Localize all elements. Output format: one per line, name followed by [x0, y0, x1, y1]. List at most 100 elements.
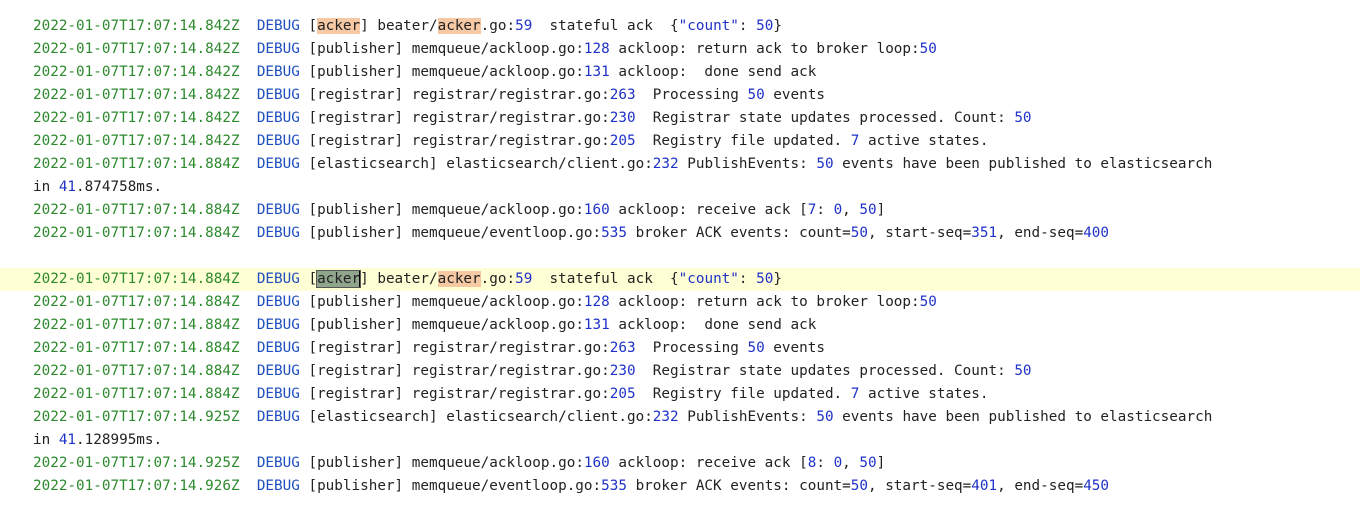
module: publisher: [317, 478, 395, 494]
module: elasticsearch: [317, 156, 429, 172]
message: active states.: [859, 133, 989, 149]
timestamp: 2022-01-07T17:07:14.884Z: [33, 317, 240, 333]
message: :: [738, 18, 757, 34]
message: .874758ms.: [76, 179, 163, 195]
number: 50: [816, 156, 834, 172]
number: 401: [971, 478, 998, 494]
module: publisher: [317, 294, 395, 310]
log-line-current[interactable]: 2022-01-07T17:07:14.884Z DEBUG [acker] b…: [0, 268, 1360, 291]
source-file: memqueue/ackloop.go: [411, 64, 576, 80]
number: 50: [850, 225, 868, 241]
number: 0: [833, 455, 843, 471]
number: 50: [850, 478, 868, 494]
message: Registrar state updates processed. Count…: [635, 110, 1015, 126]
source-file: registrar/registrar.go: [411, 110, 602, 126]
number: 351: [971, 225, 998, 241]
source-file: registrar/registrar.go: [411, 340, 602, 356]
log-line[interactable]: 2022-01-07T17:07:14.842Z DEBUG [publishe…: [0, 61, 1360, 84]
timestamp: 2022-01-07T17:07:14.884Z: [33, 340, 240, 356]
message: Registry file updated.: [635, 386, 851, 402]
log-line[interactable]: 2022-01-07T17:07:14.842Z DEBUG [acker] b…: [0, 15, 1360, 38]
log-line[interactable]: 2022-01-07T17:07:14.884Z DEBUG [registra…: [0, 383, 1360, 406]
message: , end-seq=: [997, 225, 1084, 241]
message: active states.: [859, 386, 989, 402]
log-level: DEBUG: [256, 363, 300, 379]
log-line[interactable]: 2022-01-07T17:07:14.884Z DEBUG [registra…: [0, 360, 1360, 383]
timestamp: 2022-01-07T17:07:14.884Z: [33, 363, 240, 379]
log-line[interactable]: 2022-01-07T17:07:14.884Z DEBUG [publishe…: [0, 314, 1360, 337]
log-line-continuation[interactable]: in 41.874758ms.: [0, 176, 1360, 199]
log-line[interactable]: 2022-01-07T17:07:14.926Z DEBUG [publishe…: [0, 475, 1360, 498]
log-line[interactable]: 2022-01-07T17:07:14.842Z DEBUG [registra…: [0, 130, 1360, 153]
source-file: elasticsearch/client.go: [446, 156, 645, 172]
line-number: 535: [601, 225, 627, 241]
timestamp: 2022-01-07T17:07:14.842Z: [33, 18, 240, 34]
number: 50: [816, 409, 834, 425]
module: elasticsearch: [317, 409, 429, 425]
timestamp: 2022-01-07T17:07:14.842Z: [33, 64, 240, 80]
source-file: registrar/registrar.go: [411, 133, 602, 149]
log-viewer[interactable]: 2022-01-07T17:07:14.842Z DEBUG [acker] b…: [0, 15, 1360, 498]
number: 400: [1083, 225, 1110, 241]
search-match: acker: [437, 18, 481, 34]
source-file: memqueue/eventloop.go: [411, 225, 593, 241]
message: :: [738, 271, 757, 287]
log-level: DEBUG: [256, 87, 300, 103]
message: ,: [842, 455, 860, 471]
source-file: .go: [480, 271, 507, 287]
log-line[interactable]: 2022-01-07T17:07:14.884Z DEBUG [publishe…: [0, 199, 1360, 222]
message: ackloop: done send ack: [609, 64, 817, 80]
line-number: 232: [652, 156, 679, 172]
line-number: 160: [583, 202, 610, 218]
text-cursor: [359, 270, 361, 288]
number: 50: [747, 340, 765, 356]
log-line[interactable]: 2022-01-07T17:07:14.842Z DEBUG [publishe…: [0, 38, 1360, 61]
log-line[interactable]: 2022-01-07T17:07:14.884Z DEBUG [publishe…: [0, 222, 1360, 245]
message: :: [816, 455, 834, 471]
line-number: 128: [583, 41, 610, 57]
message: ]: [876, 455, 886, 471]
search-match-current: acker: [316, 270, 362, 288]
message: in: [33, 432, 59, 448]
message: }: [773, 271, 782, 287]
log-level: DEBUG: [256, 271, 300, 287]
timestamp: 2022-01-07T17:07:14.926Z: [33, 478, 240, 494]
log-line-continuation[interactable]: in 41.128995ms.: [0, 429, 1360, 452]
line-number: 230: [609, 363, 636, 379]
line-number: 131: [583, 317, 610, 333]
source-file: memqueue/ackloop.go: [411, 41, 576, 57]
number: 41: [58, 432, 77, 448]
number: 50: [747, 87, 765, 103]
log-level: DEBUG: [256, 225, 300, 241]
message: :: [816, 202, 834, 218]
log-level: DEBUG: [256, 455, 300, 471]
blank-line[interactable]: [0, 245, 1360, 268]
number: 0: [833, 202, 843, 218]
module: publisher: [317, 41, 395, 57]
log-level: DEBUG: [256, 317, 300, 333]
log-level: DEBUG: [256, 340, 300, 356]
log-line[interactable]: 2022-01-07T17:07:14.884Z DEBUG [registra…: [0, 337, 1360, 360]
log-line[interactable]: 2022-01-07T17:07:14.884Z DEBUG [publishe…: [0, 291, 1360, 314]
log-line[interactable]: 2022-01-07T17:07:14.842Z DEBUG [registra…: [0, 84, 1360, 107]
module: registrar: [317, 386, 395, 402]
number: 50: [859, 202, 877, 218]
message: PublishEvents:: [678, 156, 817, 172]
timestamp: 2022-01-07T17:07:14.925Z: [33, 455, 240, 471]
module: registrar: [317, 340, 395, 356]
message: stateful ack {: [532, 271, 679, 287]
line-number: 535: [601, 478, 627, 494]
line-number: 205: [609, 133, 636, 149]
timestamp: 2022-01-07T17:07:14.842Z: [33, 87, 240, 103]
log-line[interactable]: 2022-01-07T17:07:14.925Z DEBUG [elastics…: [0, 406, 1360, 429]
module: publisher: [317, 225, 395, 241]
log-line[interactable]: 2022-01-07T17:07:14.884Z DEBUG [elastics…: [0, 153, 1360, 176]
json-key: "count": [678, 18, 739, 34]
log-line[interactable]: 2022-01-07T17:07:14.842Z DEBUG [registra…: [0, 107, 1360, 130]
module: publisher: [317, 455, 395, 471]
log-line[interactable]: 2022-01-07T17:07:14.925Z DEBUG [publishe…: [0, 452, 1360, 475]
log-level: DEBUG: [256, 386, 300, 402]
line-number: 131: [583, 64, 610, 80]
message: stateful ack {: [532, 18, 679, 34]
line-number: 128: [583, 294, 610, 310]
